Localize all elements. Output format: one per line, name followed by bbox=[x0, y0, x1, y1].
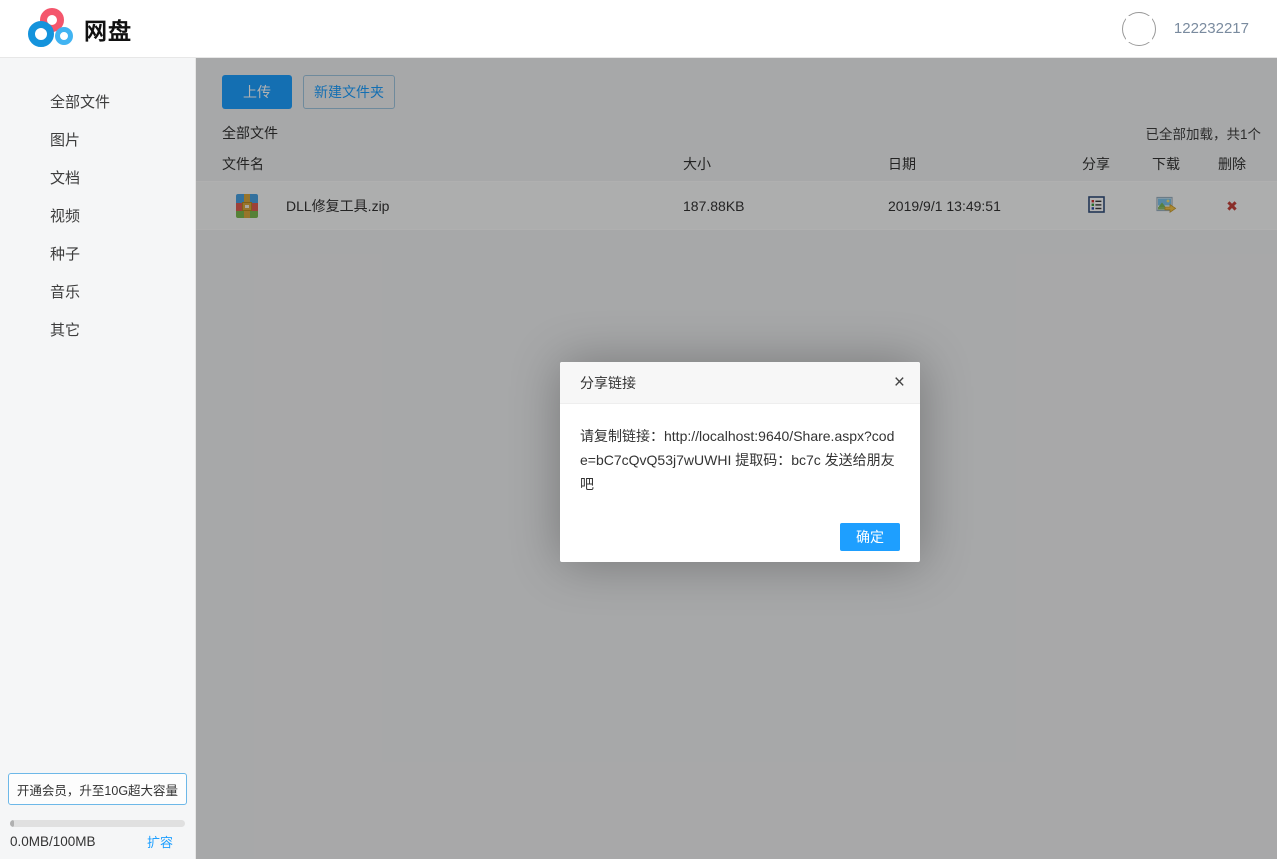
storage-row: 0.0MB/100MB 扩容 bbox=[10, 832, 185, 851]
app-header: 网盘 122232217 bbox=[0, 0, 1277, 58]
sidebar-item-images[interactable]: 图片 bbox=[0, 122, 195, 160]
sidebar-item-videos[interactable]: 视频 bbox=[0, 198, 195, 236]
close-icon[interactable]: × bbox=[894, 373, 905, 392]
dialog-body-text: 请复制链接：http://localhost:9640/Share.aspx?c… bbox=[580, 428, 895, 492]
storage-progress-fill bbox=[10, 820, 14, 827]
app-title: 网盘 bbox=[84, 17, 132, 44]
user-area: 122232217 bbox=[1121, 11, 1249, 46]
dialog-titlebar: 分享链接 × bbox=[560, 362, 920, 404]
username: 122232217 bbox=[1173, 20, 1249, 37]
storage-progress-bar bbox=[10, 820, 185, 827]
sidebar-item-all-files[interactable]: 全部文件 bbox=[0, 84, 195, 122]
logo-lightblue-ring bbox=[55, 26, 73, 45]
upgrade-vip-button[interactable]: 开通会员，升至10G超大容量 bbox=[8, 773, 187, 805]
sidebar-item-music[interactable]: 音乐 bbox=[0, 274, 195, 312]
avatar[interactable] bbox=[1121, 11, 1156, 46]
brand: 网盘 bbox=[28, 7, 132, 50]
sidebar-item-torrents[interactable]: 种子 bbox=[0, 236, 195, 274]
sidebar-nav: 全部文件 图片 文档 视频 种子 音乐 其它 bbox=[0, 58, 195, 350]
sidebar: 全部文件 图片 文档 视频 种子 音乐 其它 开通会员，升至10G超大容量 0.… bbox=[0, 58, 196, 859]
cloud-logo-icon bbox=[28, 7, 74, 50]
logo-blue-ring bbox=[28, 20, 54, 47]
sidebar-item-other[interactable]: 其它 bbox=[0, 312, 195, 350]
sidebar-item-documents[interactable]: 文档 bbox=[0, 160, 195, 198]
dialog-title: 分享链接 bbox=[580, 374, 636, 391]
confirm-button[interactable]: 确定 bbox=[840, 523, 900, 551]
share-link-dialog: 分享链接 × 请复制链接：http://localhost:9640/Share… bbox=[560, 362, 920, 562]
expand-storage-link[interactable]: 扩容 bbox=[147, 832, 173, 851]
storage-usage-label: 0.0MB/100MB bbox=[10, 834, 96, 849]
